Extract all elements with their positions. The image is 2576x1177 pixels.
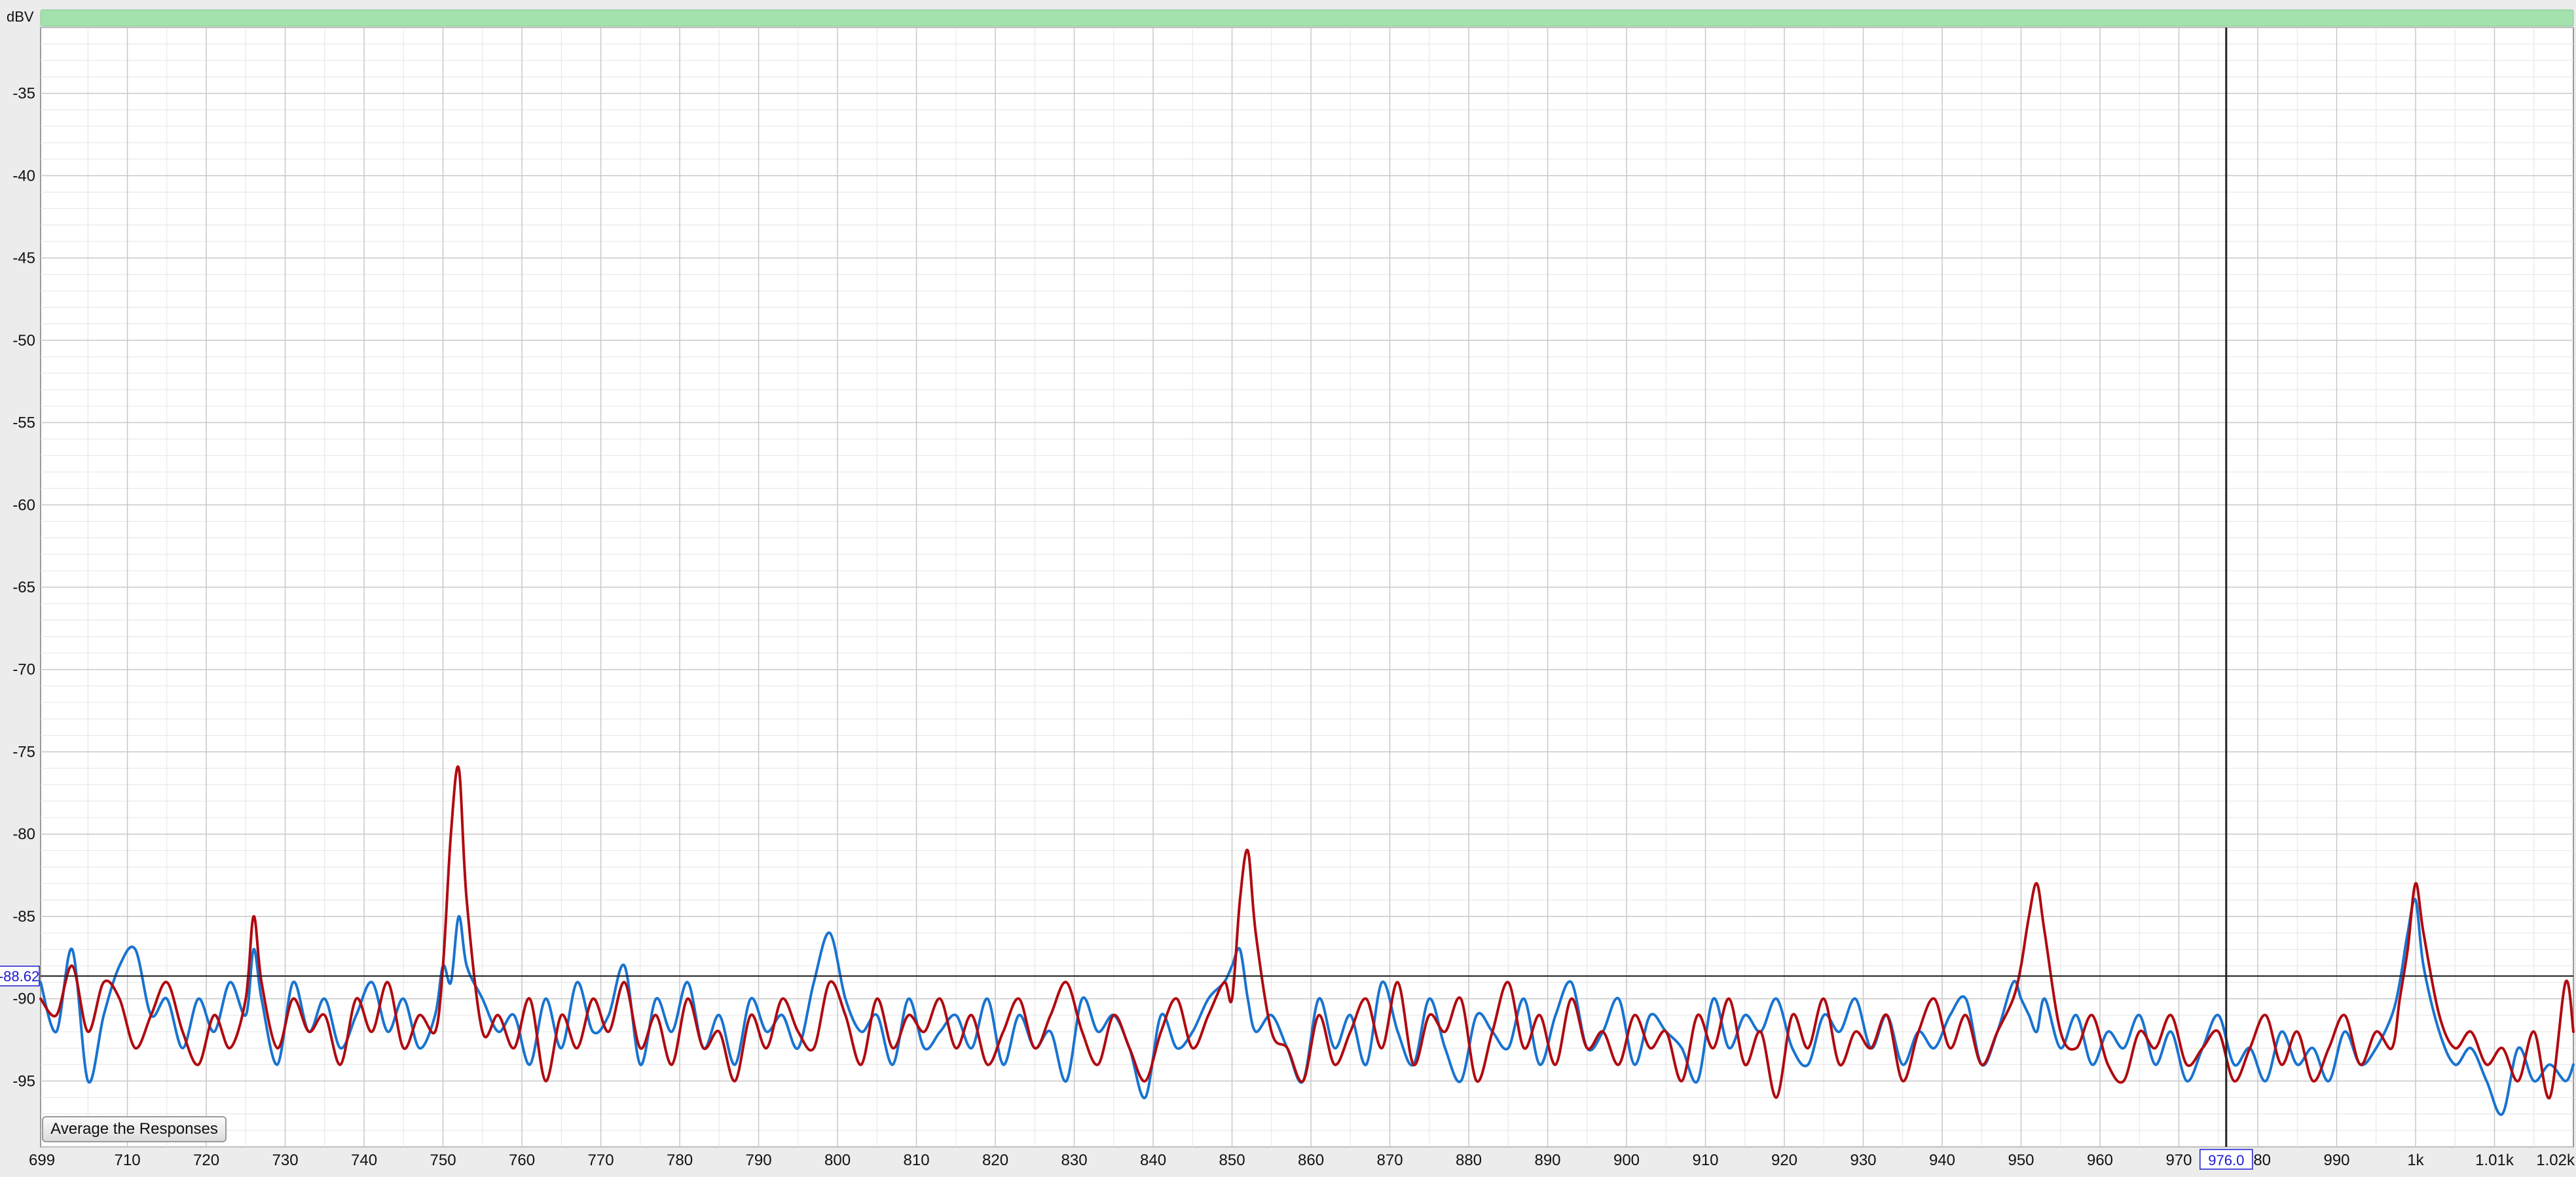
x-tick-label: 830 — [1061, 1151, 1088, 1169]
x-tick-label: 860 — [1298, 1151, 1324, 1169]
y-tick-labels: -35 -40 -45 -50 -55 -60 -65 -70 -75 -80 -85 -90 -95 — [12, 85, 35, 1091]
y-tick-label: -55 — [12, 414, 35, 432]
x-tick-label: 780 — [667, 1151, 693, 1169]
y-tick-label: -70 — [12, 661, 35, 679]
cursor-x-readout: 976.0 — [2199, 1149, 2253, 1170]
x-tick-label: 790 — [746, 1151, 772, 1169]
y-tick-label: -50 — [12, 332, 35, 350]
x-tick-label: 1.01k — [2475, 1151, 2514, 1169]
cursor-x-readout-text: 976.0 — [2208, 1152, 2244, 1168]
cursor-y-readout-text: -88.62 — [0, 968, 39, 985]
x-tick-labels: 699 710 720 730 740 750 760 770 780 790 800 810 820 8… — [29, 1151, 2575, 1169]
x-tick-label: 820 — [982, 1151, 1008, 1169]
x-tick-label: 880 — [1456, 1151, 1482, 1169]
x-tick-label: 870 — [1377, 1151, 1403, 1169]
x-tick-label: 1k — [2407, 1151, 2424, 1169]
y-tick-label: -45 — [12, 249, 35, 267]
x-tick-label: 940 — [1929, 1151, 1955, 1169]
x-tick-label: 920 — [1771, 1151, 1797, 1169]
x-tick-label: 950 — [2008, 1151, 2034, 1169]
x-tick-label: 770 — [588, 1151, 614, 1169]
x-tick-label: 720 — [193, 1151, 219, 1169]
x-tick-label: 730 — [272, 1151, 299, 1169]
x-tick-label: 900 — [1613, 1151, 1640, 1169]
spectrum-chart: dBV -35 -40 -45 -50 -55 -60 -65 -70 -75 -80 -85 -90… — [0, 9, 2575, 1170]
x-tick-label: 750 — [430, 1151, 456, 1169]
x-tick-label: 990 — [2323, 1151, 2349, 1169]
top-status-bar — [40, 9, 2574, 27]
x-tick-label: 840 — [1140, 1151, 1166, 1169]
y-tick-label: -65 — [12, 579, 35, 596]
y-tick-label: -80 — [12, 825, 35, 843]
y-axis-unit-label: dBV — [7, 9, 34, 25]
x-tick-label: 710 — [115, 1151, 141, 1169]
x-tick-label: 970 — [2165, 1151, 2192, 1169]
y-tick-label: -75 — [12, 743, 35, 761]
y-tick-label: -90 — [12, 990, 35, 1008]
x-tick-label: 960 — [2087, 1151, 2113, 1169]
y-tick-label: -35 — [12, 85, 35, 103]
x-tick-label: 910 — [1692, 1151, 1718, 1169]
y-tick-label: -95 — [12, 1072, 35, 1090]
x-tick-label: 740 — [351, 1151, 377, 1169]
cursor-y-readout: -88.62 — [0, 966, 40, 987]
y-tick-label: -40 — [12, 167, 35, 185]
y-tick-label: -60 — [12, 496, 35, 514]
y-tick-label: -85 — [12, 908, 35, 926]
x-tick-label: 890 — [1534, 1151, 1560, 1169]
x-tick-label: 800 — [824, 1151, 851, 1169]
x-tick-label: 699 — [29, 1151, 55, 1169]
average-responses-button[interactable]: Average the Responses — [42, 1116, 227, 1142]
x-tick-label: 850 — [1219, 1151, 1245, 1169]
x-tick-label: 810 — [904, 1151, 930, 1169]
x-tick-label: 1.02k — [2536, 1151, 2575, 1169]
x-tick-label: 930 — [1850, 1151, 1876, 1169]
x-tick-label: 760 — [509, 1151, 535, 1169]
